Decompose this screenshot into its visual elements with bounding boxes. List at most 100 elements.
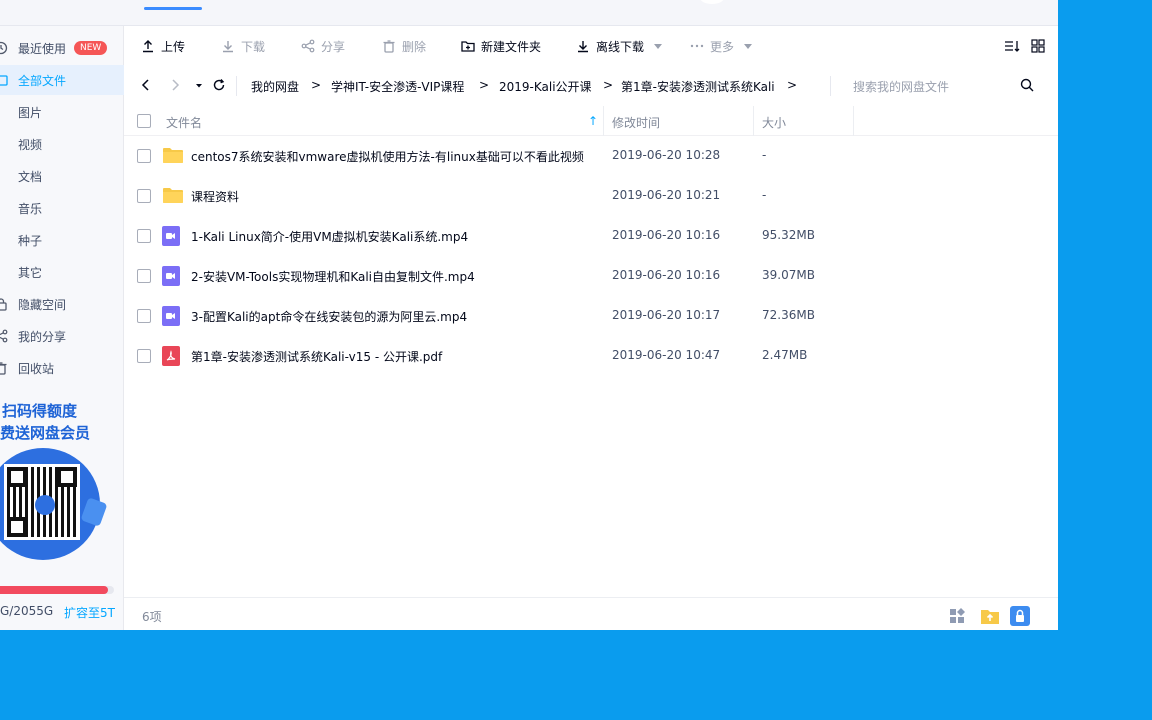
expand-storage-link[interactable]: 扩容至5T [64,604,115,621]
share-button[interactable]: 分享 [301,37,345,55]
sort-ascending-icon[interactable]: ↑ [588,114,598,128]
promo-line-1: 扫码得额度 [2,402,78,420]
sidebar-item-videos[interactable]: 视频 [0,129,124,159]
chevron-down-icon[interactable] [654,43,663,49]
file-name[interactable]: 1-Kali Linux简介-使用VM虚拟机安装Kali系统.mp4 [191,228,468,245]
file-name[interactable]: centos7系统安装和vmware虚拟机使用方法-有linux基础可以不看此视… [191,148,584,165]
file-name[interactable]: 第1章-安装渗透测试系统Kali-v15 - 公开课.pdf [191,348,442,365]
delete-button[interactable]: 删除 [382,37,426,55]
sidebar-item-label: 全部文件 [18,73,67,88]
sidebar-item-recycle-bin[interactable]: 回收站 [0,353,124,383]
refresh-icon[interactable] [212,78,226,92]
breadcrumb-item[interactable]: 我的网盘 [251,78,299,95]
column-header-name[interactable]: 文件名 [166,114,202,131]
file-size: - [762,148,767,162]
sort-button[interactable] [1004,37,1024,55]
sidebar-item-label: 其它 [18,265,43,280]
breadcrumb-item-current[interactable]: 第1章-安装渗透测试系统Kali [621,78,775,95]
row-checkbox[interactable] [137,309,151,323]
lock-icon[interactable] [1010,606,1030,626]
sidebar-item-all-files[interactable]: 全部文件 [0,65,124,95]
sidebar-item-label: 回收站 [18,361,55,376]
row-checkbox[interactable] [137,349,151,363]
top-tab-strip [0,0,1058,26]
sidebar-item-others[interactable]: 其它 [0,257,124,287]
video-file-icon [162,266,180,286]
grid-view-button[interactable] [1031,37,1051,55]
sidebar-item-torrents[interactable]: 种子 [0,225,124,255]
sidebar-item-images[interactable]: 图片 [0,97,124,127]
breadcrumb-bar: 我的网盘 > 学神IT-安全渗透-VIP课程 > 2019-Kali公开课 > … [124,66,1058,106]
row-checkbox[interactable] [137,229,151,243]
table-row[interactable]: 2-安装VM-Tools实现物理机和Kali自由复制文件.mp4 2019-06… [124,256,1058,296]
search-icon[interactable] [1020,78,1034,92]
clock-icon [0,41,8,55]
table-row[interactable]: centos7系统安装和vmware虚拟机使用方法-有linux基础可以不看此视… [124,136,1058,176]
file-modified-time: 2019-06-20 10:16 [612,268,721,282]
top-avatar-edge [700,0,724,4]
active-tab-indicator [144,7,202,10]
column-header-size[interactable]: 大小 [762,114,786,131]
search-input[interactable]: 搜索我的网盘文件 [853,78,949,95]
folder-icon [0,73,8,87]
download-icon [221,39,235,53]
sidebar-item-recent[interactable]: 最近使用 NEW [0,33,124,63]
download-button[interactable]: 下载 [221,37,265,55]
item-count: 6项 [142,610,162,624]
sidebar-item-music[interactable]: 音乐 [0,193,124,223]
breadcrumb-item[interactable]: 学神IT-安全渗透-VIP课程 [331,78,464,95]
more-label: 更多 [710,39,735,54]
storage-quota-bar [0,586,114,594]
file-modified-time: 2019-06-20 10:17 [612,308,721,322]
sidebar-item-label: 视频 [18,137,43,152]
apps-grid-icon[interactable] [948,606,968,626]
file-name[interactable]: 2-安装VM-Tools实现物理机和Kali自由复制文件.mp4 [191,268,475,285]
breadcrumb-item[interactable]: 2019-Kali公开课 [499,78,592,95]
folder-icon [162,186,183,204]
back-arrow-icon[interactable] [139,78,153,92]
sidebar-item-label: 图片 [18,105,43,120]
file-modified-time: 2019-06-20 10:21 [612,188,721,202]
sidebar-item-label: 隐藏空间 [18,297,67,312]
table-row[interactable]: 课程资料 2019-06-20 10:21 - [124,176,1058,216]
breadcrumb-separator: > [603,78,614,92]
status-bar: 6项 [124,597,1058,630]
file-size: 95.32MB [762,228,815,242]
upload-button[interactable]: 上传 [141,37,185,55]
table-row[interactable]: 1-Kali Linux简介-使用VM虚拟机安装Kali系统.mp4 2019-… [124,216,1058,256]
promo-banner[interactable]: 扫码得额度 费送网盘会员 [0,400,124,444]
column-divider[interactable] [603,106,604,136]
file-modified-time: 2019-06-20 10:28 [612,148,721,162]
upload-folder-icon[interactable] [980,606,1000,626]
file-name[interactable]: 3-配置Kali的apt命令在线安装包的源为阿里云.mp4 [191,308,467,325]
file-table-header: 文件名 ↑ 修改时间 大小 [124,106,1058,136]
breadcrumb-separator: > [787,78,798,92]
row-checkbox[interactable] [137,269,151,283]
download-label: 下载 [241,39,266,54]
new-folder-icon [461,39,475,53]
trash-icon [0,361,8,375]
sidebar-item-my-shares[interactable]: 我的分享 [0,321,124,351]
table-row[interactable]: 第1章-安装渗透测试系统Kali-v15 - 公开课.pdf 2019-06-2… [124,336,1058,376]
select-all-checkbox[interactable] [137,114,151,128]
column-divider[interactable] [753,106,754,136]
more-button[interactable]: 更多 [690,37,753,55]
column-divider[interactable] [853,106,854,136]
toolbar: 上传 下载 分享 删除 新建文件夹 离线下载 更多 [124,26,1058,66]
grid-view-icon [1031,39,1045,53]
pdf-file-icon [162,346,180,366]
sidebar-item-documents[interactable]: 文档 [0,161,124,191]
new-folder-label: 新建文件夹 [481,39,542,54]
row-checkbox[interactable] [137,189,151,203]
upload-label: 上传 [161,39,186,54]
row-checkbox[interactable] [137,149,151,163]
new-folder-button[interactable]: 新建文件夹 [461,37,541,55]
sidebar-item-hidden-space[interactable]: 隐藏空间 [0,289,124,319]
forward-arrow-icon[interactable] [168,78,182,92]
sidebar-item-label: 我的分享 [18,329,67,344]
history-dropdown-icon[interactable] [194,78,208,92]
offline-download-button[interactable]: 离线下载 [576,37,663,55]
table-row[interactable]: 3-配置Kali的apt命令在线安装包的源为阿里云.mp4 2019-06-20… [124,296,1058,336]
column-header-modified[interactable]: 修改时间 [612,114,660,131]
file-name[interactable]: 课程资料 [191,188,239,205]
